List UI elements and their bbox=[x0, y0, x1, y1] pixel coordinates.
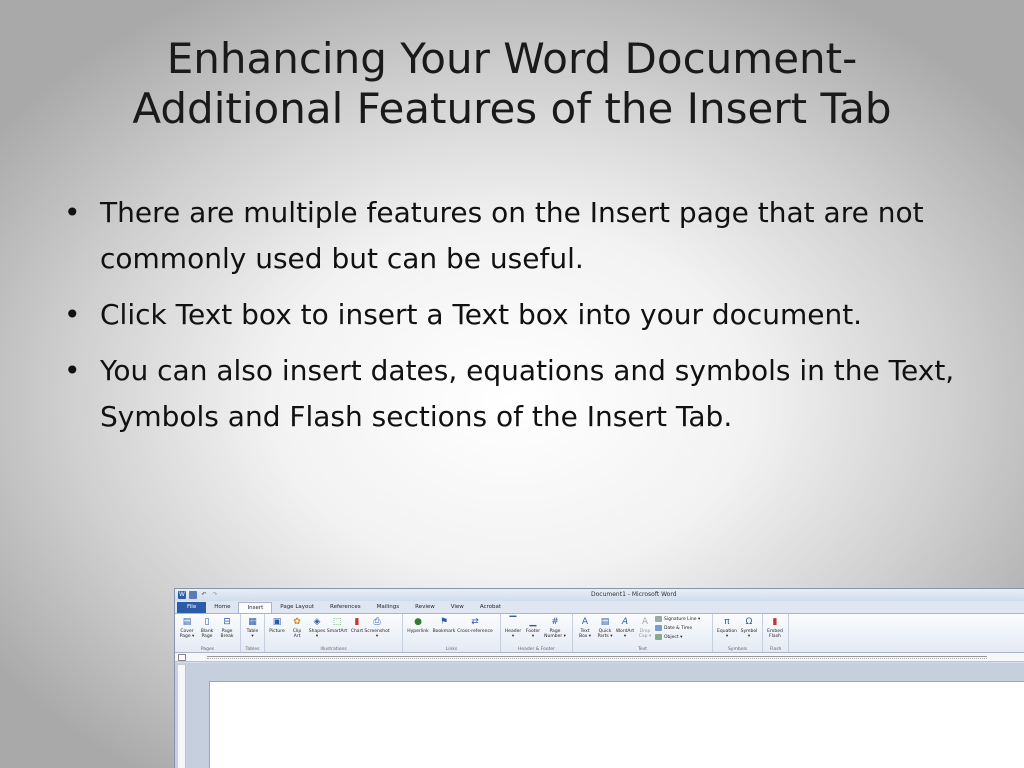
insert-ribbon: ▤ Cover Page ▾ ▯ Blank Page ⊟ Page Break Pages… bbox=[175, 613, 1024, 653]
group-header-footer: ▔ Header ▾ ▁ Footer ▾ # Page Number ▾ Header &… bbox=[501, 614, 573, 652]
smartart-icon: ⬚ bbox=[332, 617, 342, 627]
group-label-symbols: Symbols bbox=[727, 647, 748, 652]
slide-title-line-2: Additional Features of the Insert Tab bbox=[132, 84, 892, 133]
word-app-icon[interactable]: W bbox=[178, 591, 186, 599]
group-pages: ▤ Cover Page ▾ ▯ Blank Page ⊟ Page Break Pages bbox=[175, 614, 241, 652]
pi-icon: π bbox=[724, 617, 730, 627]
tab-file[interactable]: File bbox=[177, 602, 207, 613]
blank-page-icon: ▯ bbox=[204, 617, 210, 627]
ribbon-tabs: File Home Insert Page Layout References … bbox=[175, 601, 1024, 613]
group-label-links: Links bbox=[445, 647, 458, 652]
tab-references[interactable]: References bbox=[322, 602, 369, 613]
group-flash: ▮ Embed Flash Flash bbox=[763, 614, 789, 652]
word-titlebar: W ↶ ↷ Document1 - Microsoft Word bbox=[175, 589, 1024, 601]
chart-icon: ▮ bbox=[354, 617, 360, 627]
signature-line-button[interactable]: Signature Line ▾ bbox=[655, 616, 700, 622]
object-icon bbox=[655, 634, 662, 640]
window-title: Document1 - Microsoft Word bbox=[591, 591, 677, 598]
tab-review[interactable]: Review bbox=[407, 602, 443, 613]
shapes-icon: ◈ bbox=[313, 617, 321, 627]
omega-icon: Ω bbox=[745, 617, 753, 627]
bullet-dot: • bbox=[64, 298, 81, 331]
bullet-text: There are multiple features on the Inser… bbox=[100, 196, 924, 275]
quick-parts-icon: ▤ bbox=[600, 617, 610, 627]
hyperlink-icon: ● bbox=[414, 617, 422, 627]
group-label-flash: Flash bbox=[769, 647, 782, 652]
flash-icon: ▮ bbox=[772, 617, 778, 627]
quick-access-toolbar: W ↶ ↷ bbox=[175, 591, 219, 599]
date-time-button[interactable]: Date & Time bbox=[655, 625, 700, 631]
slide-title: Enhancing Your Word Document- Additional… bbox=[40, 34, 984, 134]
slide-title-line-1: Enhancing Your Word Document- bbox=[166, 34, 858, 83]
bullet-text: You can also insert dates, equations and… bbox=[100, 354, 955, 433]
clip-art-icon: ✿ bbox=[293, 617, 301, 627]
bullet-dot: • bbox=[64, 196, 81, 229]
bullet-item: • There are multiple features on the Inse… bbox=[58, 190, 958, 282]
undo-icon[interactable]: ↶ bbox=[200, 591, 208, 599]
footer-icon: ▁ bbox=[529, 617, 537, 627]
tab-home[interactable]: Home bbox=[206, 602, 238, 613]
picture-icon: ▣ bbox=[272, 617, 282, 627]
tab-insert[interactable]: Insert bbox=[238, 602, 273, 613]
tab-view[interactable]: View bbox=[443, 602, 472, 613]
tab-selector[interactable] bbox=[178, 654, 186, 661]
bullet-list: • There are multiple features on the Inse… bbox=[58, 190, 958, 450]
bookmark-icon: ⚑ bbox=[439, 617, 449, 627]
document-page[interactable] bbox=[209, 681, 1024, 768]
group-label-header-footer: Header & Footer bbox=[517, 647, 556, 652]
redo-icon[interactable]: ↷ bbox=[211, 591, 219, 599]
date-time-icon bbox=[655, 625, 662, 631]
group-symbols: π Equation ▾ Ω Symbol ▾ Symbols bbox=[713, 614, 763, 652]
cover-page-icon: ▤ bbox=[182, 617, 192, 627]
document-area bbox=[175, 663, 1024, 768]
header-icon: ▔ bbox=[509, 617, 517, 627]
tab-mailings[interactable]: Mailings bbox=[369, 602, 408, 613]
group-illustrations: ▣ Picture ✿ Clip Art ◈ Shapes ▾ ⬚ SmartArt ▮ Ch… bbox=[265, 614, 403, 652]
group-label-text: Text bbox=[637, 647, 648, 652]
group-links: ● Hyperlink ⚑ Bookmark ⇄ Cross-reference Li… bbox=[403, 614, 501, 652]
save-icon[interactable] bbox=[189, 591, 197, 599]
page-break-icon: ⊟ bbox=[223, 617, 231, 627]
bullet-text: Click Text box to insert a Text box into… bbox=[100, 298, 863, 331]
page-number-icon: # bbox=[551, 617, 559, 627]
bullet-dot: • bbox=[64, 354, 81, 387]
vertical-ruler[interactable] bbox=[178, 665, 186, 768]
group-label-illustrations: Illustrations bbox=[320, 647, 347, 652]
group-label-pages: Pages bbox=[200, 647, 215, 652]
group-tables: ▦ Table ▾ Tables bbox=[241, 614, 265, 652]
wordart-icon: A bbox=[621, 617, 629, 627]
group-text: A Text Box ▾ ▤ Quick Parts ▾ A WordArt ▾ A Drop… bbox=[573, 614, 713, 652]
table-icon: ▦ bbox=[248, 617, 257, 627]
drop-cap-icon: A bbox=[641, 617, 649, 627]
group-label-tables: Tables bbox=[245, 647, 260, 652]
object-button[interactable]: Object ▾ bbox=[655, 634, 700, 640]
tab-acrobat[interactable]: Acrobat bbox=[472, 602, 509, 613]
bullet-item: • Click Text box to insert a Text box int… bbox=[58, 292, 958, 338]
bullet-item: • You can also insert dates, equations an… bbox=[58, 348, 958, 440]
tab-page-layout[interactable]: Page Layout bbox=[272, 602, 322, 613]
text-box-icon: A bbox=[581, 617, 589, 627]
cross-reference-icon: ⇄ bbox=[471, 617, 479, 627]
ruler-ticks bbox=[207, 656, 987, 659]
screenshot-icon: ⎙ bbox=[373, 617, 381, 627]
word-screenshot: W ↶ ↷ Document1 - Microsoft Word File Ho… bbox=[174, 588, 1024, 768]
horizontal-ruler[interactable] bbox=[175, 653, 1024, 662]
signature-line-icon bbox=[655, 616, 662, 622]
